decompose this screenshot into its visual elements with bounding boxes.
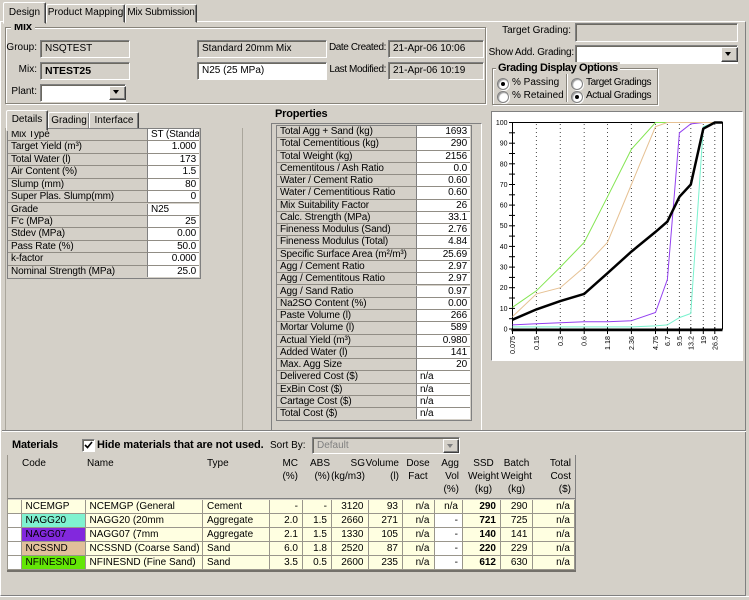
svg-text:90: 90 [500, 141, 508, 148]
svg-text:2.36: 2.36 [627, 336, 636, 350]
svg-text:0.6: 0.6 [580, 336, 589, 346]
svg-text:20: 20 [500, 285, 508, 292]
svg-text:0.15: 0.15 [532, 336, 541, 350]
svg-text:10: 10 [500, 306, 508, 313]
svg-text:70: 70 [500, 182, 508, 189]
svg-text:13.2: 13.2 [686, 336, 695, 350]
svg-text:0.075: 0.075 [508, 336, 517, 354]
svg-text:19: 19 [699, 336, 708, 344]
svg-text:9.5: 9.5 [675, 336, 684, 346]
svg-text:80: 80 [500, 161, 508, 168]
svg-text:40: 40 [500, 244, 508, 251]
svg-text:60: 60 [500, 203, 508, 210]
svg-text:1.18: 1.18 [603, 336, 612, 350]
svg-text:0: 0 [504, 327, 508, 334]
svg-text:26.5: 26.5 [710, 336, 719, 350]
svg-text:0.3: 0.3 [556, 336, 565, 346]
svg-text:30: 30 [500, 265, 508, 272]
svg-text:6.7: 6.7 [663, 336, 672, 346]
svg-text:50: 50 [500, 223, 508, 230]
svg-text:4.75: 4.75 [651, 336, 660, 350]
svg-text:100: 100 [496, 120, 508, 127]
